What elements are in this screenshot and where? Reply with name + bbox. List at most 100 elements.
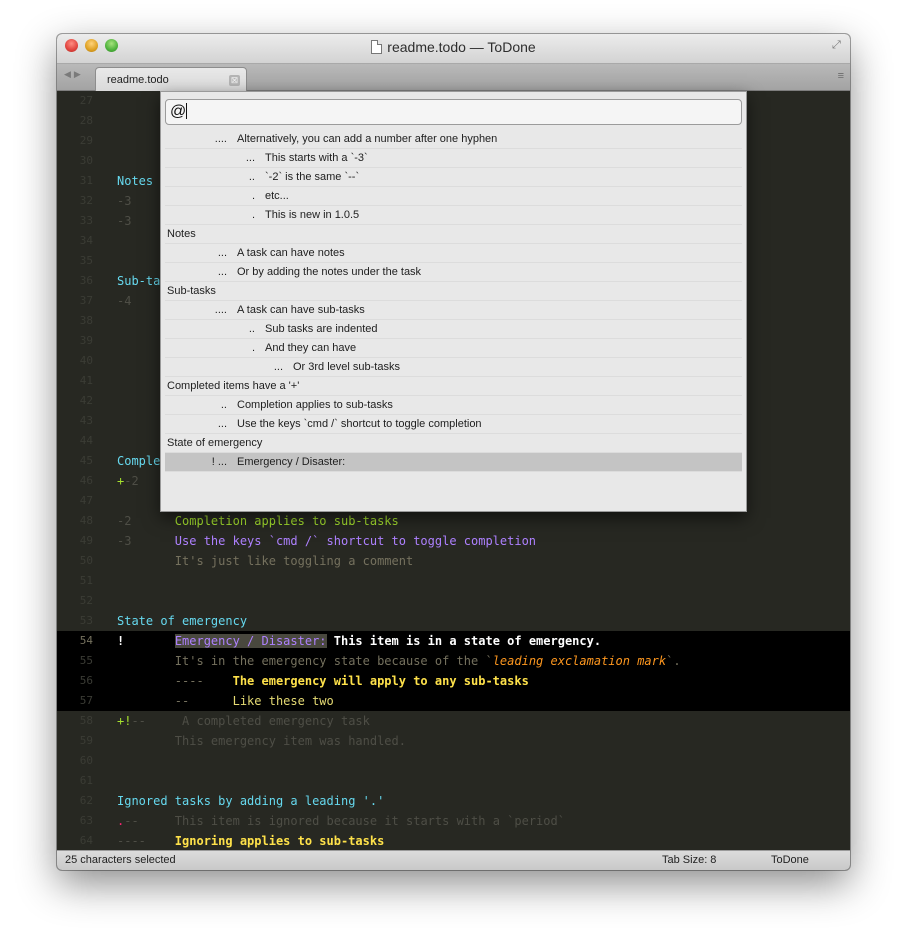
palette-result-item[interactable]: Notes: [165, 225, 742, 244]
line-number: 31: [79, 174, 93, 187]
result-text: A task can have notes: [237, 247, 345, 259]
result-text: Alternatively, you can add a number afte…: [237, 133, 498, 145]
code-token: Use the keys `cmd /` shortcut to toggle …: [174, 534, 537, 548]
tab-menu-icon[interactable]: ≡: [838, 70, 844, 82]
line-code: .-- This item is ignored because it star…: [117, 811, 565, 831]
line-number: 53: [79, 614, 93, 627]
palette-result-item[interactable]: Completed items have a '+': [165, 377, 742, 396]
palette-result-item[interactable]: Sub-tasks: [165, 282, 742, 301]
result-depth-marker: .: [251, 209, 255, 221]
status-bar: 25 characters selected Tab Size: 8 ToDon…: [57, 850, 850, 870]
line-number: 41: [79, 374, 93, 387]
result-text: Use the keys `cmd /` shortcut to toggle …: [237, 418, 482, 430]
palette-result-item[interactable]: ... This starts with a `-3`: [165, 149, 742, 168]
syntax-selector[interactable]: ToDone: [771, 851, 809, 870]
editor-line[interactable]: 59 This emergency item was handled.: [57, 731, 850, 751]
palette-result-item[interactable]: ... Or by adding the notes under the task: [165, 263, 742, 282]
editor-line[interactable]: 62 Ignored tasks by adding a leading '.': [57, 791, 850, 811]
result-depth-marker: ....: [214, 133, 227, 145]
text-caret: [186, 103, 188, 119]
line-code: It's just like toggling a comment: [117, 551, 413, 571]
code-token: -2: [117, 514, 175, 528]
code-token: `: [485, 654, 493, 668]
palette-result-item[interactable]: . etc...: [165, 187, 742, 206]
result-text: Completion applies to sub-tasks: [237, 399, 393, 411]
code-token: leading exclamation mark: [492, 654, 667, 668]
editor-line[interactable]: 48 -2 Completion applies to sub-tasks: [57, 511, 850, 531]
result-depth-marker: .: [251, 190, 255, 202]
editor-line[interactable]: 63 .-- This item is ignored because it st…: [57, 811, 850, 831]
fullscreen-icon[interactable]: ⤢: [832, 38, 846, 52]
line-number: 35: [79, 254, 93, 267]
title-bar: readme.todo — ToDone ⤢: [57, 34, 850, 64]
palette-result-item[interactable]: ... A task can have notes: [165, 244, 742, 263]
code-token: +!: [117, 714, 132, 728]
line-code: ---- Ignoring applies to sub-tasks: [117, 831, 384, 851]
code-token: Ignoring applies to sub-tasks: [174, 834, 385, 848]
tab-size-selector[interactable]: Tab Size: 8: [662, 851, 716, 870]
line-number: 37: [79, 294, 93, 307]
line-code: It's in the emergency state because of t…: [117, 651, 681, 671]
palette-result-item[interactable]: .. Completion applies to sub-tasks: [165, 396, 742, 415]
palette-search-input[interactable]: @: [165, 99, 742, 125]
code-token: This emergency item was handled.: [117, 734, 406, 748]
line-number: 30: [79, 154, 93, 167]
editor-line[interactable]: 58 +!-- A completed emergency task: [57, 711, 850, 731]
line-number: 50: [79, 554, 93, 567]
line-number: 61: [79, 774, 93, 787]
palette-result-item[interactable]: .... A task can have sub-tasks: [165, 301, 742, 320]
result-text: `-2` is the same `--`: [265, 171, 360, 183]
palette-result-item[interactable]: State of emergency: [165, 434, 742, 453]
line-number: 36: [79, 274, 93, 287]
line-number: 32: [79, 194, 93, 207]
line-code: This emergency item was handled.: [117, 731, 406, 751]
editor-line[interactable]: 55 It's in the emergency state because o…: [57, 651, 850, 671]
palette-result-item[interactable]: ... Or 3rd level sub-tasks: [165, 358, 742, 377]
result-text: etc...: [265, 190, 289, 202]
editor-line[interactable]: 51: [57, 571, 850, 591]
code-token: Notes: [117, 174, 154, 188]
palette-result-item[interactable]: .. `-2` is the same `--`: [165, 168, 742, 187]
editor-line[interactable]: 56 ---- The emergency will apply to any …: [57, 671, 850, 691]
tab-readme[interactable]: readme.todo ⊠: [95, 67, 247, 92]
line-code: Comple: [117, 451, 160, 471]
tab-label: readme.todo: [107, 74, 169, 86]
palette-result-item[interactable]: ! ... Emergency / Disaster:: [165, 453, 742, 472]
line-code: -3: [117, 191, 131, 211]
palette-result-item[interactable]: .... Alternatively, you can add a number …: [165, 130, 742, 149]
line-code: -3: [117, 211, 131, 231]
result-depth-marker: ..: [248, 323, 255, 335]
result-depth-marker: ...: [217, 418, 227, 430]
palette-result-item[interactable]: . This is new in 1.0.5: [165, 206, 742, 225]
editor-line[interactable]: 52: [57, 591, 850, 611]
code-token: --: [117, 694, 233, 708]
palette-query: @: [170, 103, 187, 120]
line-number: 42: [79, 394, 93, 407]
editor-line[interactable]: 53 State of emergency: [57, 611, 850, 631]
code-token: -4: [117, 294, 132, 308]
editor-line[interactable]: 61: [57, 771, 850, 791]
editor-line[interactable]: 50 It's just like toggling a comment: [57, 551, 850, 571]
tab-close-icon[interactable]: ⊠: [229, 75, 240, 86]
editor-line[interactable]: 49 -3 Use the keys `cmd /` shortcut to to…: [57, 531, 850, 551]
code-token: -- A completed emergency task: [131, 714, 370, 728]
palette-result-item[interactable]: . And they can have: [165, 339, 742, 358]
editor-line[interactable]: 54 ! Emergency / Disaster: This item is i…: [57, 631, 850, 651]
code-token: Like these two: [232, 694, 334, 708]
editor-line[interactable]: 60: [57, 751, 850, 771]
palette-result-item[interactable]: ... Use the keys `cmd /` shortcut to togg…: [165, 415, 742, 434]
editor-line[interactable]: 57 -- Like these two: [57, 691, 850, 711]
result-text: And they can have: [265, 342, 357, 354]
line-number: 62: [79, 794, 93, 807]
line-code: Notes: [117, 171, 153, 191]
code-token: Ignored tasks by adding a leading '.': [117, 794, 385, 808]
line-number: 51: [79, 574, 93, 587]
code-token: ----: [117, 834, 175, 848]
tab-nav-arrows-icon[interactable]: ◀▶: [64, 69, 84, 80]
editor-line[interactable]: 64 ---- Ignoring applies to sub-tasks: [57, 831, 850, 851]
result-text: A task can have sub-tasks: [237, 304, 365, 316]
line-number: 59: [79, 734, 93, 747]
result-text: This is new in 1.0.5: [265, 209, 360, 221]
palette-result-item[interactable]: .. Sub tasks are indented: [165, 320, 742, 339]
line-number: 33: [79, 214, 93, 227]
